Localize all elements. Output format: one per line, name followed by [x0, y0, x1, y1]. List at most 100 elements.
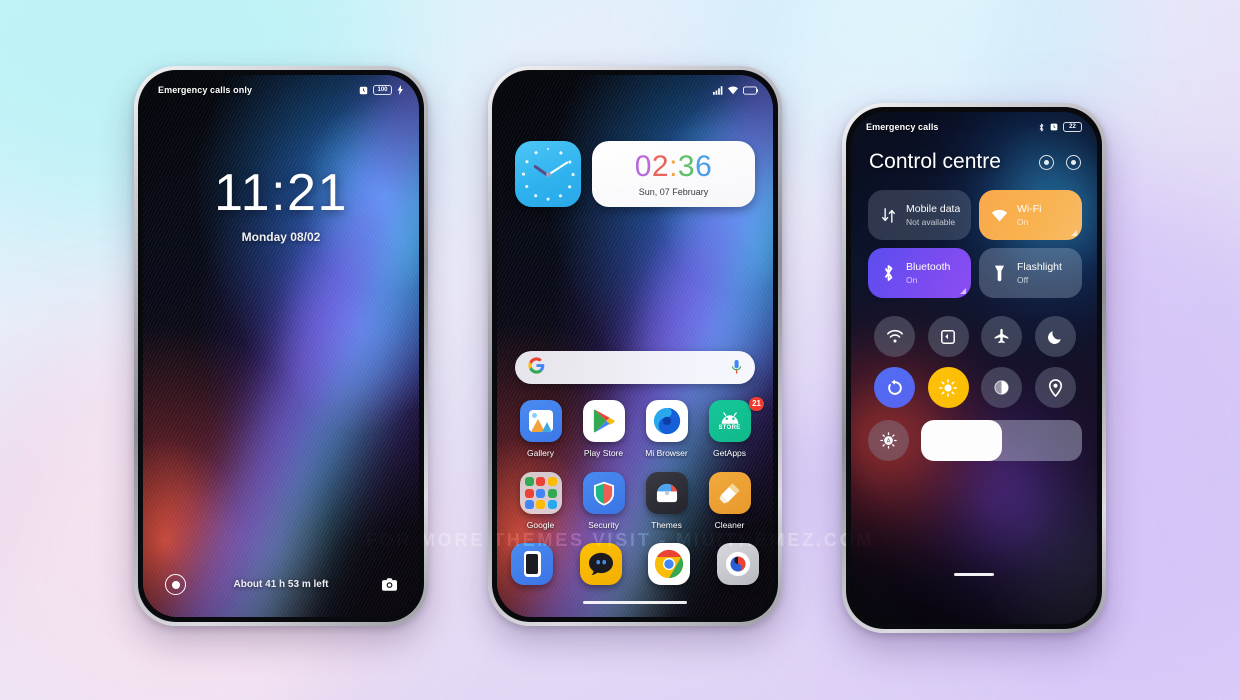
toggle-auto-brightness[interactable]: A	[868, 420, 909, 461]
brightness-row: A	[868, 420, 1082, 461]
app-mi-browser[interactable]: Mi Browser	[635, 400, 698, 458]
status-bar: Emergency calls 22	[851, 112, 1097, 142]
phone-bezel: 02:36 Sun, 07 February Gallery Play Stor…	[492, 70, 778, 622]
digital-date: Sun, 07 February	[638, 186, 709, 197]
google-folder-icon	[519, 472, 562, 514]
lock-date: Monday 08/02	[241, 230, 321, 244]
digital-clock-widget[interactable]: 02:36 Sun, 07 February	[592, 141, 755, 207]
status-bar: Emergency calls only 100	[143, 75, 419, 105]
brightness-slider[interactable]	[921, 420, 1082, 461]
tile-mobile-data[interactable]: Mobile data Not available	[868, 190, 971, 240]
battery-icon: 22	[1063, 122, 1082, 132]
home-indicator[interactable]	[583, 600, 687, 604]
analog-clock-widget[interactable]	[515, 141, 581, 207]
home-indicator[interactable]	[954, 573, 994, 576]
lock-bottom-bar: About 41 h 53 m left	[143, 574, 419, 595]
tile-status: Not available	[906, 217, 956, 227]
app-play-store[interactable]: Play Store	[572, 400, 635, 458]
search-bar[interactable]	[515, 351, 755, 384]
signal-icon	[713, 85, 723, 95]
phone-bezel: Emergency calls only 100 11:21 Monday 08…	[138, 70, 424, 622]
wifi-icon	[728, 86, 738, 94]
clock-minute-hand	[547, 161, 569, 177]
app-label: Themes	[651, 520, 682, 530]
tile-status: On	[906, 275, 918, 285]
svg-text:A: A	[886, 439, 890, 445]
dock	[511, 543, 759, 585]
app-cleaner[interactable]: Cleaner	[698, 472, 761, 530]
brightness-sun-icon	[939, 378, 958, 397]
lock-time: 11:21	[214, 164, 348, 222]
app-themes[interactable]: Themes	[635, 472, 698, 530]
tile-status: On	[1017, 217, 1029, 227]
mobile-data-icon	[879, 207, 897, 223]
app-label: Gallery	[527, 448, 554, 458]
app-gallery[interactable]: Gallery	[509, 400, 572, 458]
hotspot-icon	[886, 329, 903, 343]
phone-home-screen: 02:36 Sun, 07 February Gallery Play Stor…	[488, 66, 782, 626]
battery-icon: 100	[373, 85, 392, 95]
app-getapps[interactable]: 21 STORE GetApps	[698, 397, 764, 458]
tile-wifi[interactable]: Wi-Fi On	[979, 190, 1082, 240]
toggle-airplane-mode[interactable]	[981, 316, 1023, 357]
voice-recorder-icon[interactable]	[165, 574, 186, 595]
tile-expand-corner[interactable]	[1071, 230, 1077, 236]
security-icon	[582, 472, 625, 514]
user-icon[interactable]	[1066, 154, 1081, 170]
phone-control-centre: Emergency calls 22 Control centre Mobile…	[842, 103, 1106, 633]
status-icons: 100	[359, 85, 404, 95]
themes-icon	[645, 472, 688, 514]
auto-brightness-icon: A	[880, 432, 897, 449]
mi-browser-icon	[645, 400, 688, 442]
app-google-folder[interactable]: Google	[509, 472, 572, 530]
app-label: Google	[526, 520, 555, 530]
tile-title: Mobile data	[906, 203, 960, 215]
app-label: Security	[588, 520, 619, 530]
reading-mode-icon	[994, 380, 1009, 395]
phone-icon[interactable]	[511, 543, 553, 585]
lock-screen[interactable]: Emergency calls only 100 11:21 Monday 08…	[143, 75, 419, 617]
status-bar	[497, 75, 773, 105]
gallery-icon	[519, 400, 562, 442]
toggle-hotspot[interactable]	[874, 316, 916, 357]
alarm-icon	[1050, 123, 1058, 131]
battery-icon	[743, 85, 758, 95]
toggle-reading-mode[interactable]	[981, 367, 1023, 408]
app-label: Mi Browser	[645, 448, 688, 458]
tile-status: Off	[1017, 275, 1029, 285]
screen-cast-icon	[941, 329, 956, 344]
microphone-icon[interactable]	[731, 360, 742, 375]
tile-flashlight[interactable]: Flashlight Off	[979, 248, 1082, 298]
carrier-label: Emergency calls only	[158, 85, 253, 95]
toggle-brightness[interactable]	[927, 367, 969, 408]
app-security[interactable]: Security	[572, 472, 635, 530]
round-toggle-grid	[868, 316, 1082, 408]
google-logo-icon	[528, 357, 545, 378]
home-screen[interactable]: 02:36 Sun, 07 February Gallery Play Stor…	[497, 75, 773, 617]
digital-time: 02:36	[634, 149, 713, 183]
camera-app-icon[interactable]	[716, 543, 759, 585]
control-centre-screen[interactable]: Emergency calls 22 Control centre Mobile…	[851, 112, 1097, 624]
page-title: Control centre	[869, 150, 1001, 173]
settings-icon[interactable]	[1039, 154, 1054, 170]
chrome-icon[interactable]	[648, 543, 691, 585]
tile-expand-corner[interactable]	[960, 288, 966, 294]
play-store-icon	[582, 400, 625, 442]
tile-title: Wi-Fi	[1017, 203, 1042, 215]
app-grid: Gallery Play Store Mi Browser 21 STORE G…	[509, 397, 764, 530]
getapps-icon: STORE	[708, 400, 751, 442]
toggle-auto-rotate[interactable]	[874, 367, 916, 408]
messages-icon[interactable]	[579, 543, 622, 585]
cleaner-icon	[708, 472, 751, 514]
alarm-icon	[359, 86, 368, 94]
bluetooth-icon	[879, 264, 897, 282]
toggle-location[interactable]	[1034, 367, 1076, 408]
header-icons	[1039, 154, 1081, 170]
toggle-screen-cast[interactable]	[927, 316, 969, 357]
location-pin-icon	[1048, 378, 1062, 397]
tile-bluetooth[interactable]: Bluetooth On	[868, 248, 971, 298]
brightness-slider-fill	[921, 420, 1002, 461]
carrier-label: Emergency calls	[866, 122, 939, 132]
toggle-dark-mode[interactable]	[1034, 316, 1076, 357]
phone-bezel: Emergency calls 22 Control centre Mobile…	[846, 107, 1102, 629]
